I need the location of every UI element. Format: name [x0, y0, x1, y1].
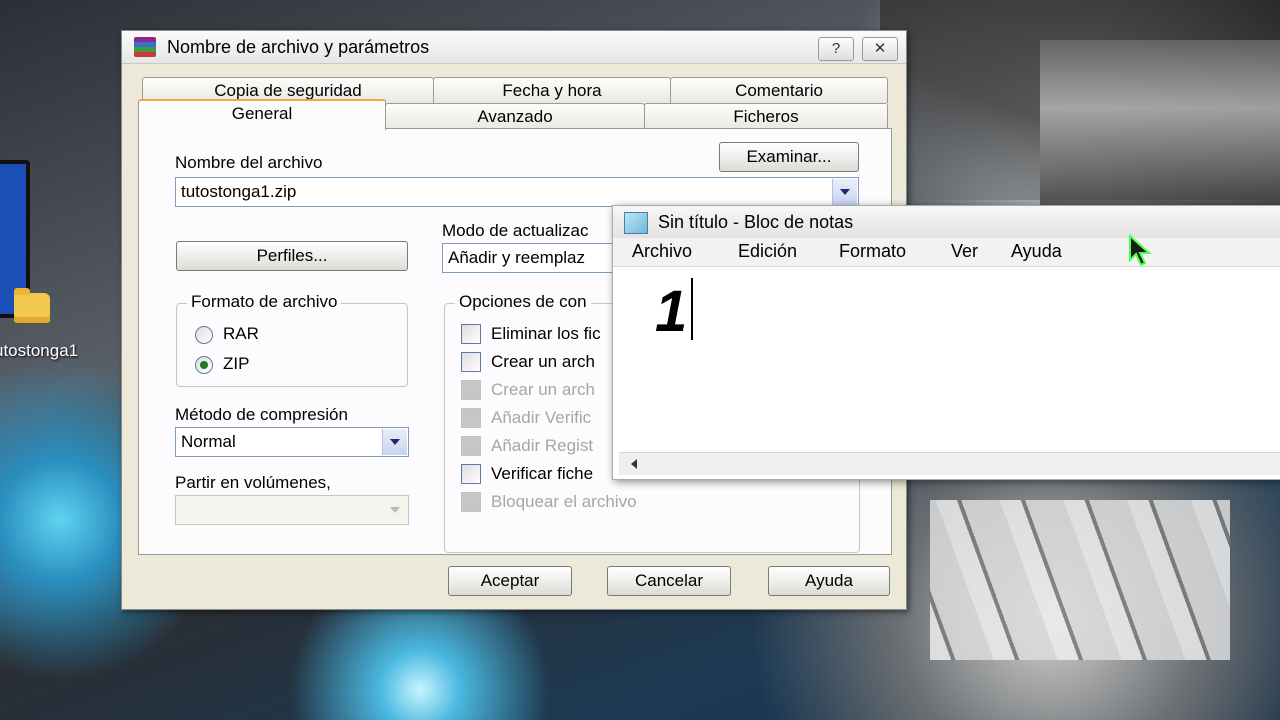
tab-advanced[interactable]: Avanzado: [385, 103, 645, 129]
winrar-icon: [134, 37, 156, 57]
text-caret: [691, 278, 693, 340]
option-label: Añadir Verific: [491, 408, 592, 427]
option-checkbox: [461, 380, 481, 400]
archive-options-title: Opciones de con: [455, 292, 591, 312]
archive-format-group: Formato de archivo RAR ZIP: [176, 292, 408, 387]
archive-format-title: Formato de archivo: [187, 292, 342, 312]
option-checkbox: [461, 492, 481, 512]
scroll-left-icon[interactable]: [631, 459, 637, 469]
zip-radio[interactable]: [195, 356, 213, 374]
notepad-title: Sin título - Bloc de notas: [658, 212, 854, 232]
chevron-down-icon: [383, 497, 407, 523]
wallpaper-art: [1040, 40, 1280, 210]
rar-label: RAR: [223, 324, 259, 343]
rar-radio[interactable]: [195, 326, 213, 344]
option-label: Añadir Regist: [491, 436, 594, 455]
notepad-titlebar[interactable]: Sin título - Bloc de notas: [613, 206, 1280, 238]
compression-value: Normal: [181, 432, 236, 451]
dialog-title: Nombre de archivo y parámetros: [167, 37, 430, 57]
ok-button[interactable]: Aceptar: [448, 566, 572, 596]
option-label: Crear un arch: [491, 380, 595, 399]
compression-combo[interactable]: Normal: [175, 427, 409, 457]
option-label: Crear un arch: [491, 352, 595, 371]
menu-ver[interactable]: Ver: [951, 241, 978, 262]
folder-icon: [14, 288, 50, 323]
option-checkbox[interactable]: [461, 464, 481, 484]
menu-edicion[interactable]: Edición: [738, 241, 797, 262]
notepad-window: Sin título - Bloc de notas Archivo Edici…: [612, 205, 1280, 480]
chevron-down-icon[interactable]: [382, 429, 407, 455]
notepad-menubar: Archivo Edición Formato Ver Ayuda: [613, 238, 1280, 267]
tab-general[interactable]: General: [138, 99, 386, 130]
notepad-text-area[interactable]: 1: [619, 268, 1280, 452]
dialog-help-button[interactable]: Ayuda: [768, 566, 890, 596]
archive-name-label: Nombre del archivo: [175, 153, 323, 172]
option-checkbox[interactable]: [461, 324, 481, 344]
option-checkbox[interactable]: [461, 352, 481, 372]
option-checkbox: [461, 436, 481, 456]
horizontal-scrollbar[interactable]: [619, 452, 1280, 475]
tab-files[interactable]: Ficheros: [644, 103, 888, 129]
archive-name-value: tutostonga1.zip: [181, 182, 297, 201]
menu-archivo[interactable]: Archivo: [632, 241, 692, 262]
notepad-icon: [624, 212, 648, 234]
desktop-folder-label: utostonga1: [0, 341, 79, 360]
mouse-cursor-icon: [1129, 234, 1152, 267]
profiles-button[interactable]: Perfiles...: [176, 241, 408, 271]
update-mode-label: Modo de actualizac: [442, 221, 589, 240]
update-mode-value: Añadir y reemplaz: [448, 248, 586, 267]
help-button[interactable]: ?: [818, 37, 854, 61]
wallpaper-art: [930, 500, 1230, 660]
split-volumes-label: Partir en volúmenes,: [175, 473, 331, 492]
close-button[interactable]: ✕: [862, 37, 898, 61]
split-volumes-combo: [175, 495, 409, 525]
tab-date-time[interactable]: Fecha y hora: [433, 77, 671, 103]
browse-button[interactable]: Examinar...: [719, 142, 859, 172]
option-label: Bloquear el archivo: [491, 492, 637, 511]
notepad-content: 1: [655, 279, 688, 344]
tab-comment[interactable]: Comentario: [670, 77, 888, 103]
cancel-button[interactable]: Cancelar: [607, 566, 731, 596]
compression-label: Método de compresión: [175, 405, 348, 424]
archive-name-combo[interactable]: tutostonga1.zip: [175, 177, 859, 207]
menu-ayuda[interactable]: Ayuda: [1011, 241, 1062, 262]
dialog-titlebar[interactable]: Nombre de archivo y parámetros ? ✕: [122, 31, 906, 64]
option-label: Verificar fiche: [491, 464, 594, 483]
zip-label: ZIP: [223, 354, 250, 373]
menu-formato[interactable]: Formato: [839, 241, 906, 262]
option-label: Eliminar los fic: [491, 324, 601, 343]
chevron-down-icon[interactable]: [832, 179, 857, 205]
option-checkbox: [461, 408, 481, 428]
